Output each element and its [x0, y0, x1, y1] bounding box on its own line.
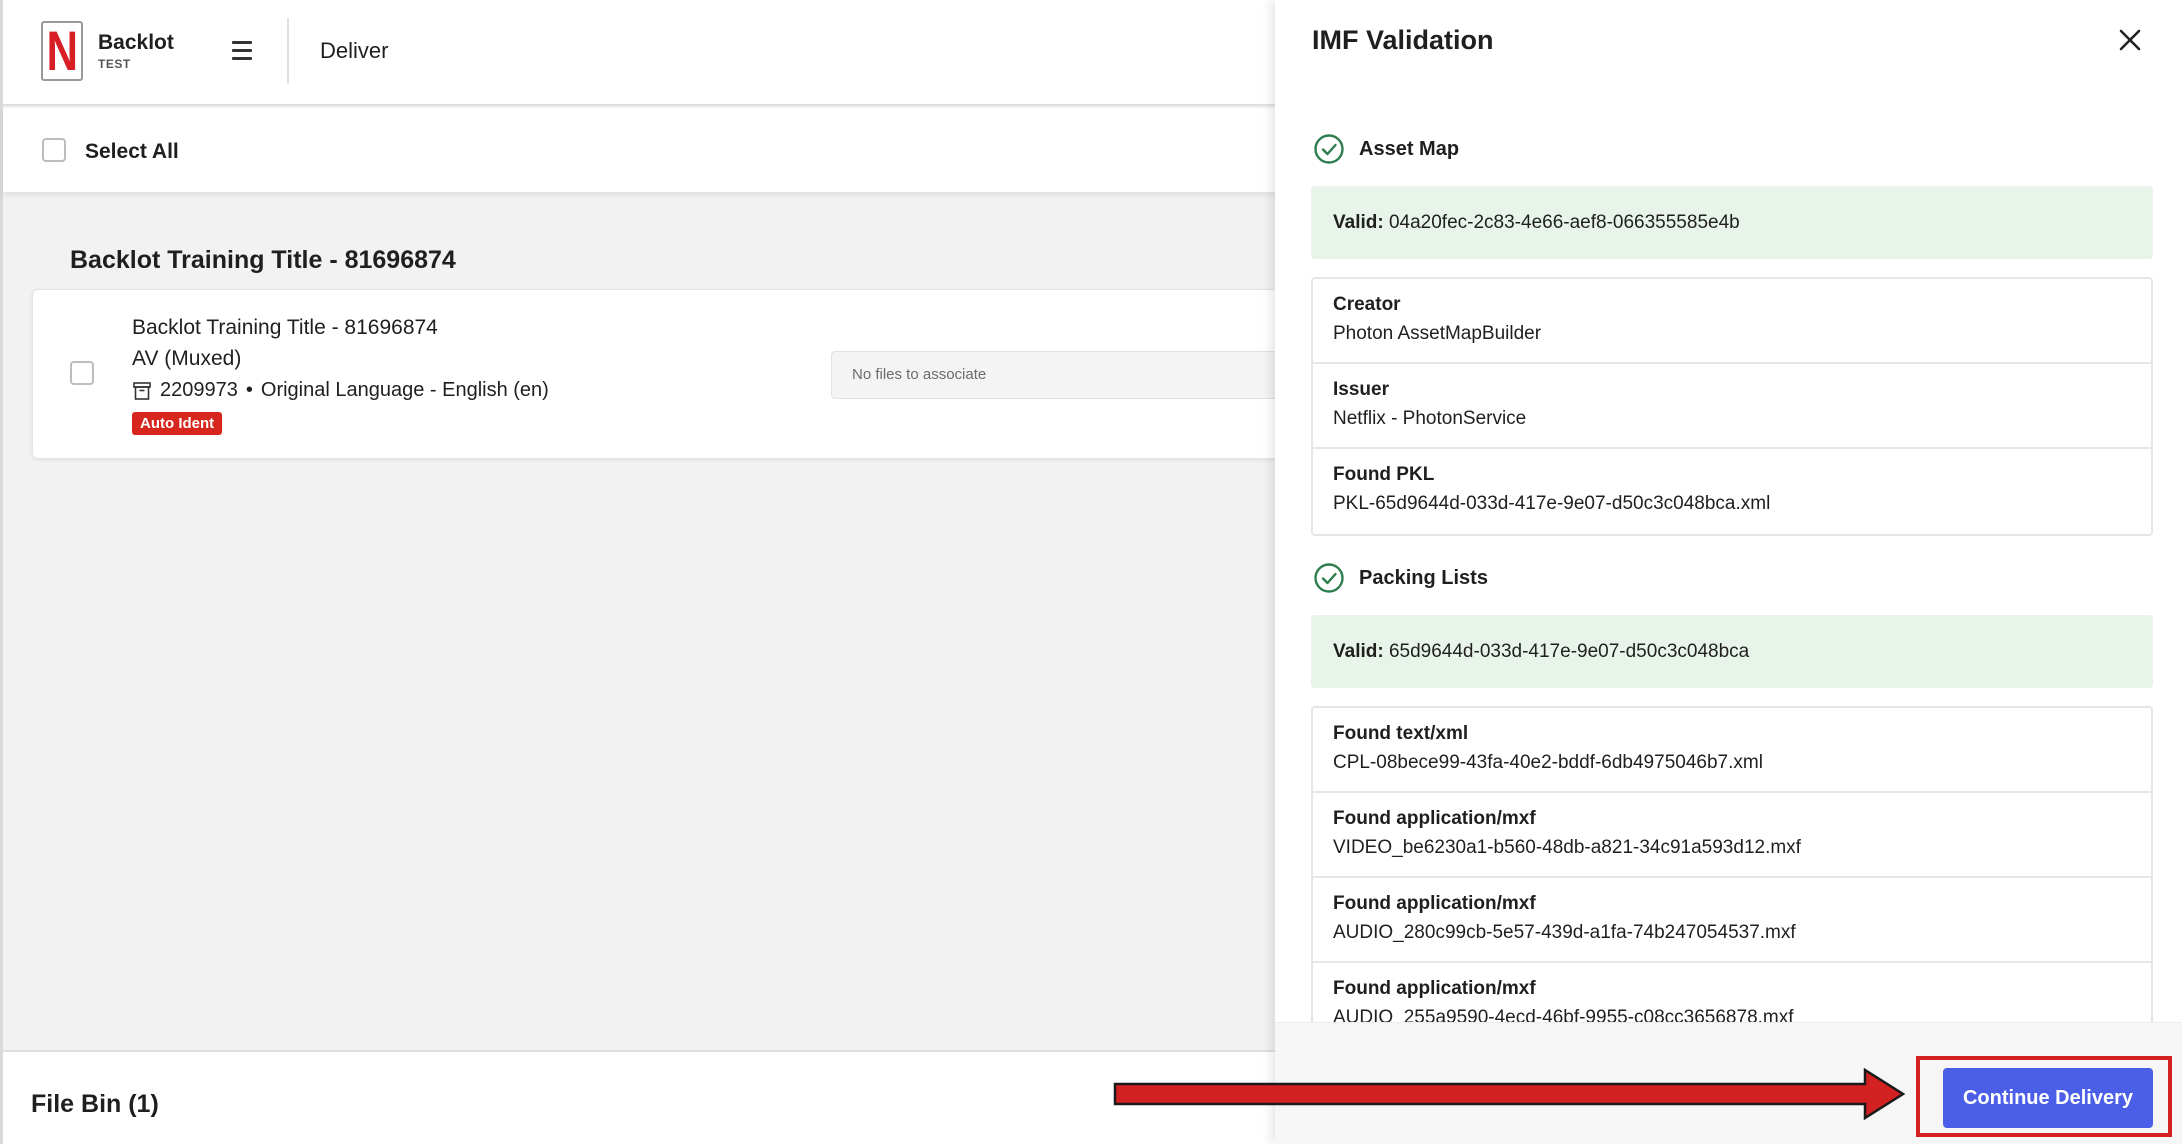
group-title: Backlot Training Title - 81696874 — [70, 246, 456, 274]
check-circle-icon — [1314, 134, 1344, 164]
meta-separator: • — [245, 379, 253, 401]
list-item[interactable]: Backlot Training Title - 81696874 AV (Mu… — [32, 289, 1279, 459]
section-label: Asset Map — [1359, 137, 1460, 160]
property-value: AUDIO_255a9590-4ecd-46bf-9955-c08cc36568… — [1333, 1007, 1794, 1022]
item-id: 2209973 — [160, 379, 238, 401]
close-icon[interactable] — [2115, 25, 2145, 55]
logo-letter: N — [46, 19, 78, 82]
property-label: Found application/mxf — [1333, 808, 1536, 829]
app-root: N Backlot TEST Deliver Select All Backlo… — [0, 0, 2182, 1144]
drawer-title: IMF Validation — [1312, 25, 1494, 55]
item-subtitle: AV (Muxed) — [132, 347, 242, 370]
annotation-arrow-icon — [1113, 1068, 1905, 1120]
property-row: Creator Photon AssetMapBuilder — [1313, 279, 2151, 364]
valid-value: 65d9644d-033d-417e-9e07-d50c3c048bca — [1388, 641, 1750, 662]
continue-delivery-button[interactable]: Continue Delivery — [1943, 1068, 2153, 1128]
select-bar: Select All — [3, 108, 1278, 192]
valid-prefix: Valid: — [1333, 641, 1384, 662]
property-row: Found application/mxf VIDEO_be6230a1-b56… — [1313, 793, 2151, 878]
check-circle-icon — [1314, 563, 1344, 593]
imf-validation-drawer: IMF Validation Asset Map Valid: 04a20fec… — [1275, 0, 2182, 1144]
auto-ident-badge: Auto Ident — [132, 412, 223, 435]
item-meta: 2209973 • Original Language - English (e… — [132, 379, 549, 402]
file-bin[interactable]: File Bin (1) — [3, 1050, 1278, 1144]
property-value: AUDIO_280c99cb-5e57-439d-a1fa-74b2470545… — [1333, 922, 1796, 943]
property-value: Netflix - PhotonService — [1333, 408, 1527, 429]
netflix-logo[interactable]: N — [41, 21, 83, 81]
property-label: Found PKL — [1333, 464, 1435, 485]
valid-value: 04a20fec-2c83-4e66-aef8-066355585e4b — [1388, 212, 1740, 233]
property-row: Found application/mxf AUDIO_255a9590-4ec… — [1313, 963, 2151, 1022]
select-all-label: Select All — [85, 140, 179, 163]
page-title: Deliver — [320, 38, 389, 63]
divider — [287, 18, 289, 84]
section-asset-map: Asset Map — [1313, 133, 1459, 165]
property-row: Found PKL PKL-65d9644d-033d-417e-9e07-d5… — [1313, 449, 2151, 534]
property-row: Found application/mxf AUDIO_280c99cb-5e5… — [1313, 878, 2151, 963]
property-row: Found text/xml CPL-08bece99-43fa-40e2-bd… — [1313, 708, 2151, 793]
asset-map-properties: Creator Photon AssetMapBuilder Issuer Ne… — [1311, 277, 2153, 536]
validation-content[interactable]: Asset Map Valid: 04a20fec-2c83-4e66-aef8… — [1275, 110, 2182, 1022]
archive-icon — [133, 381, 151, 400]
item-checkbox[interactable] — [70, 361, 94, 385]
valid-status: Valid: 65d9644d-033d-417e-9e07-d50c3c048… — [1311, 615, 2153, 688]
property-value: Photon AssetMapBuilder — [1333, 323, 1542, 344]
section-packing-lists: Packing Lists — [1313, 562, 1488, 594]
brand-name: Backlot — [98, 31, 174, 54]
property-value: CPL-08bece99-43fa-40e2-bddf-6db4975046b7… — [1333, 752, 1763, 773]
brand-environment: TEST — [98, 57, 131, 71]
section-label: Packing Lists — [1359, 566, 1488, 589]
item-title: Backlot Training Title - 81696874 — [132, 316, 438, 339]
menu-icon[interactable] — [228, 36, 256, 64]
property-label: Found application/mxf — [1333, 978, 1536, 999]
property-label: Found text/xml — [1333, 723, 1469, 744]
property-label: Issuer — [1333, 379, 1389, 400]
select-all-checkbox[interactable] — [42, 138, 66, 162]
top-bar: N Backlot TEST Deliver — [3, 0, 1278, 106]
valid-status: Valid: 04a20fec-2c83-4e66-aef8-066355585… — [1311, 186, 2153, 259]
property-row: Issuer Netflix - PhotonService — [1313, 364, 2151, 449]
packing-list-properties: Found text/xml CPL-08bece99-43fa-40e2-bd… — [1311, 706, 2153, 1022]
property-value: PKL-65d9644d-033d-417e-9e07-d50c3c048bca… — [1333, 493, 1771, 514]
file-association-field: No files to associate — [831, 351, 1279, 399]
property-label: Creator — [1333, 294, 1401, 315]
property-value: VIDEO_be6230a1-b560-48db-a821-34c91a593d… — [1333, 837, 1801, 858]
valid-prefix: Valid: — [1333, 212, 1384, 233]
property-label: Found application/mxf — [1333, 893, 1536, 914]
main-area: N Backlot TEST Deliver Select All Backlo… — [0, 0, 1279, 1144]
item-language: Original Language - English (en) — [260, 379, 549, 401]
file-bin-label: File Bin (1) — [31, 1090, 159, 1118]
